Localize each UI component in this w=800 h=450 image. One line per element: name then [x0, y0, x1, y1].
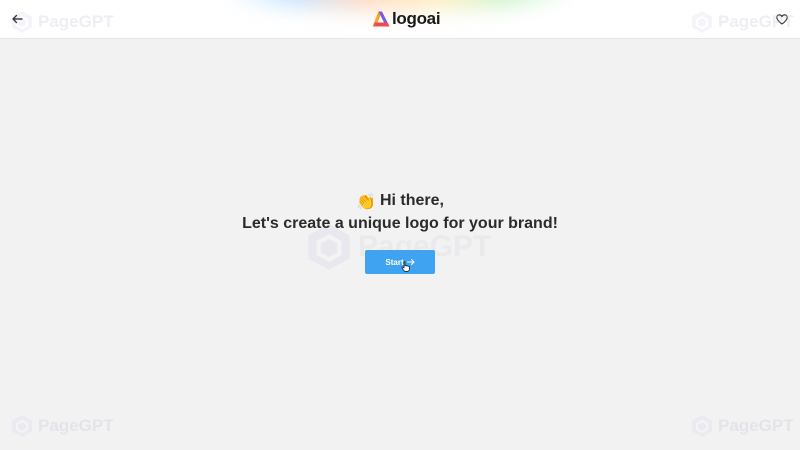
top-bar: logoai — [0, 0, 800, 39]
pagegpt-watermark: PageGPT — [10, 414, 114, 438]
start-button[interactable]: Start — [365, 250, 435, 274]
watermark-text: PageGPT — [718, 416, 794, 435]
logoai-mark-icon — [372, 11, 390, 27]
arrow-right-icon — [406, 259, 415, 265]
page-headline: Let's create a unique logo for your bran… — [242, 215, 558, 232]
clapping-hands-icon: 👏 — [356, 194, 376, 211]
back-button[interactable] — [8, 10, 26, 28]
greeting-text: Hi there, — [379, 192, 444, 209]
pagegpt-watermark: PageGPT — [690, 414, 794, 438]
logo-text: logoai — [392, 9, 441, 28]
page: logoai PageGPT PageGPT PageGPT PageGPT P… — [0, 0, 800, 450]
heart-icon — [776, 13, 788, 25]
hexagon-icon — [12, 415, 32, 437]
logoai-logo[interactable]: logoai — [372, 8, 441, 30]
watermark-text: PageGPT — [38, 416, 114, 435]
hexagon-icon — [692, 415, 712, 437]
greeting-line: 👏 Hi there, — [0, 190, 800, 214]
start-button-label: Start — [385, 257, 404, 267]
favorite-button[interactable] — [774, 11, 790, 27]
arrow-left-icon — [12, 14, 23, 24]
